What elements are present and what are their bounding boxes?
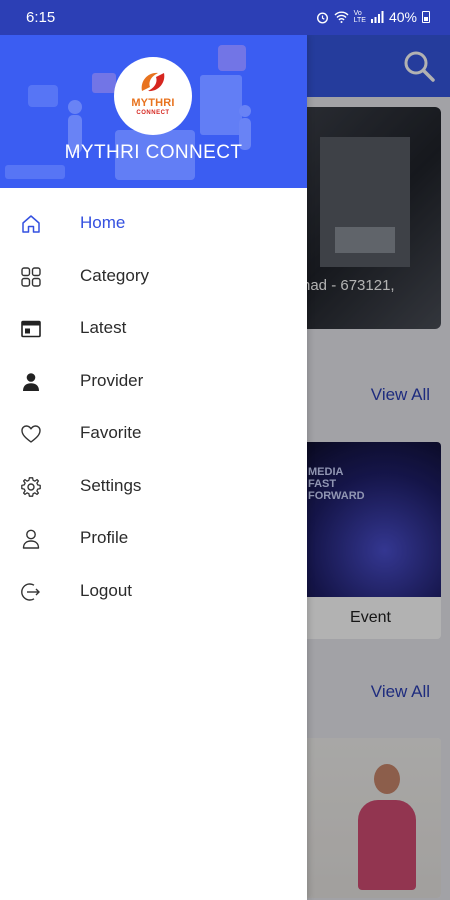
logo-swirl-icon xyxy=(141,72,165,92)
menu-item-home[interactable]: Home xyxy=(0,197,307,250)
menu-item-category[interactable]: Category xyxy=(0,250,307,303)
battery-icon xyxy=(422,11,430,23)
home-icon xyxy=(19,212,43,236)
signal-icon xyxy=(370,11,384,23)
battery-percent: 40% xyxy=(388,9,417,25)
menu-label: Profile xyxy=(80,528,129,547)
menu-label: Logout xyxy=(80,580,132,600)
menu-item-logout[interactable]: Logout xyxy=(0,565,307,618)
logout-icon xyxy=(19,580,43,604)
menu-item-provider[interactable]: Provider xyxy=(0,355,307,408)
navigation-drawer: MYTHRI CONNECT MYTHRI CONNECT Home Categ… xyxy=(0,35,307,900)
calendar-icon xyxy=(19,317,43,341)
menu-item-profile[interactable]: Profile xyxy=(0,512,307,565)
menu-item-latest[interactable]: Latest xyxy=(0,302,307,355)
alarm-icon xyxy=(316,11,328,24)
drawer-header: MYTHRI CONNECT MYTHRI CONNECT xyxy=(0,35,307,188)
grid-icon xyxy=(19,265,43,289)
menu-item-favorite[interactable]: Favorite xyxy=(0,407,307,460)
status-bar: 6:15 Vo LTE 40% xyxy=(0,0,450,35)
menu-item-settings[interactable]: Settings xyxy=(0,460,307,513)
logo-subword: CONNECT xyxy=(136,110,170,116)
volte-icon: Vo LTE xyxy=(353,10,366,24)
brand-name: MYTHRI CONNECT xyxy=(64,142,243,163)
person-outline-icon xyxy=(19,527,43,551)
heart-icon xyxy=(19,422,43,446)
status-icons: Vo LTE 40% xyxy=(316,9,430,25)
logo-word: MYTHRI xyxy=(131,97,175,109)
menu-label: Category xyxy=(80,265,149,285)
menu-label: Provider xyxy=(80,370,144,390)
person-filled-icon xyxy=(19,370,43,394)
menu-label: Favorite xyxy=(80,423,142,442)
menu-label: Settings xyxy=(80,475,142,495)
drawer-menu: Home Category Latest Provider Favorite S… xyxy=(0,197,307,617)
wifi-icon xyxy=(334,11,349,23)
gear-icon xyxy=(19,475,43,499)
menu-label: Home xyxy=(80,213,126,232)
menu-label: Latest xyxy=(80,318,127,337)
status-time: 6:15 xyxy=(26,9,56,26)
brand-logo: MYTHRI CONNECT xyxy=(114,57,192,135)
